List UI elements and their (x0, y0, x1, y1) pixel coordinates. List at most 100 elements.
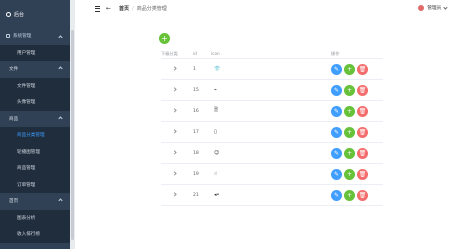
edit-button[interactable]: ✎ (331, 84, 342, 96)
col-subcategory: 下级分类 (161, 50, 178, 56)
sidebar-item-avatar-management[interactable]: 头像管理 (0, 94, 70, 111)
expand-cell[interactable] (161, 150, 193, 156)
back-arrow-icon[interactable]: ← (106, 5, 111, 12)
sidebar-item-user-management[interactable]: 用户管理 (0, 44, 70, 61)
top-header: ← 首页 / 商品分类管理 管理员 (75, 0, 474, 18)
menu-file[interactable]: 文件 (0, 61, 70, 78)
edit-button[interactable]: ✎ (331, 189, 342, 201)
sidebar-item-goods-management[interactable]: 商品管理 (0, 160, 70, 177)
category-table: 下级分类 id icon 操作 1 👕 ✎ + 🗑 15 ⌁ ✎ + 🗑 16 🗎 ✎ + 🗑 17 ▯ ✎ + 🗑 1… (161, 49, 383, 206)
sidebar-item-order-management[interactable]: 订单管理 (0, 176, 70, 193)
expand-cell[interactable] (161, 192, 193, 198)
chevron-right-icon[interactable] (172, 108, 177, 113)
edit-button[interactable]: ✎ (331, 147, 342, 159)
sidebar-brand[interactable]: 后台 (0, 0, 70, 28)
sidebar-item-file-management[interactable]: 文件管理 (0, 77, 70, 94)
user-dropdown[interactable]: 管理员 (418, 5, 448, 11)
sidebar-item-label: 订单管理 (17, 182, 36, 188)
username: 管理员 (427, 6, 442, 11)
menu-system[interactable]: 系统管理 (0, 28, 70, 45)
chevron-up-icon (58, 115, 63, 121)
sidebar-item-label: 头像管理 (17, 100, 36, 106)
chevron-right-icon[interactable] (172, 192, 177, 197)
id-cell: 19 (193, 171, 199, 177)
sidebar-item-label: 用户管理 (17, 50, 36, 56)
icon-cell: 👕 (211, 66, 331, 72)
table-row: 16 🗎 ✎ + 🗑 (161, 101, 383, 122)
col-icon: icon (211, 51, 220, 56)
add-child-button[interactable]: + (344, 126, 355, 138)
category-icon: ▯ (214, 129, 217, 135)
icon-cell: ◂• (211, 192, 331, 198)
sidebar-item-income-ranking[interactable]: 收入排行榜 (0, 226, 70, 243)
gear-icon (6, 34, 10, 39)
add-category-button[interactable]: + (159, 33, 170, 44)
chevron-up-icon (58, 35, 63, 40)
menu-goods[interactable]: 商品 (0, 111, 70, 128)
add-child-button[interactable]: + (344, 147, 355, 159)
table-row: 15 ⌁ ✎ + 🗑 (161, 80, 383, 101)
chevron-right-icon[interactable] (172, 150, 177, 155)
category-icon: ⌁ (214, 87, 218, 93)
logo-icon (6, 11, 11, 17)
add-child-button[interactable]: + (344, 84, 355, 96)
expand-cell[interactable] (161, 87, 193, 93)
table-header: 下级分类 id icon 操作 (161, 49, 383, 59)
edit-button[interactable]: ✎ (331, 63, 342, 75)
sidebar-item-label: 商品管理 (17, 166, 36, 172)
breadcrumb-current: 商品分类管理 (136, 6, 167, 12)
table-body: 1 👕 ✎ + 🗑 15 ⌁ ✎ + 🗑 16 🗎 ✎ + 🗑 17 ▯ ✎ + 🗑 18 ☺ ✎ + 🗑 19 ☝ ✎ + 🗑 21 ◂• ✎… (161, 59, 383, 206)
sidebar-item-label: 收入排行榜 (17, 232, 40, 238)
edit-button[interactable]: ✎ (331, 105, 342, 117)
icon-cell: ▯ (211, 129, 331, 135)
expand-cell[interactable] (161, 171, 193, 177)
category-icon: ☝ (214, 171, 218, 177)
add-child-button[interactable]: + (344, 189, 355, 201)
id-cell: 15 (193, 87, 199, 93)
delete-button[interactable]: 🗑 (357, 105, 368, 117)
brand-label: 后台 (14, 11, 25, 18)
delete-button[interactable]: 🗑 (357, 168, 368, 180)
delete-button[interactable]: 🗑 (357, 84, 368, 96)
chevron-right-icon[interactable] (172, 129, 177, 134)
expand-cell[interactable] (161, 129, 193, 135)
chevron-right-icon[interactable] (172, 171, 177, 176)
id-cell: 17 (193, 129, 199, 135)
actions-cell: ✎ + 🗑 (331, 105, 383, 117)
category-icon: 👕 (214, 66, 221, 72)
category-icon: ◂• (214, 192, 220, 198)
breadcrumb-home[interactable]: 首页 (119, 5, 129, 12)
chevron-down-icon (443, 5, 448, 10)
menu-system-label: 系统管理 (13, 34, 32, 40)
delete-button[interactable]: 🗑 (357, 126, 368, 138)
add-child-button[interactable]: + (344, 168, 355, 180)
actions-cell: ✎ + 🗑 (331, 147, 383, 159)
expand-cell[interactable] (161, 108, 193, 114)
menu-home[interactable]: 首页 (0, 193, 70, 210)
delete-button[interactable]: 🗑 (357, 189, 368, 201)
edit-button[interactable]: ✎ (331, 168, 342, 180)
icon-cell: ⌁ (211, 87, 331, 93)
delete-button[interactable]: 🗑 (357, 147, 368, 159)
category-icon: 🗎 (214, 107, 219, 113)
scrollbar-thumb[interactable] (71, 30, 74, 240)
chevron-right-icon[interactable] (172, 87, 177, 92)
actions-cell: ✎ + 🗑 (331, 63, 383, 75)
menu-file-label: 文件 (9, 67, 19, 73)
id-cell: 16 (193, 108, 199, 114)
sidebar-item-chart-analysis[interactable]: 图表分析 (0, 209, 70, 226)
actions-cell: ✎ + 🗑 (331, 189, 383, 201)
avatar (418, 5, 425, 11)
id-cell: 1 (193, 66, 196, 72)
add-child-button[interactable]: + (344, 105, 355, 117)
menu-home-label: 首页 (9, 199, 19, 205)
expand-cell[interactable] (161, 66, 193, 72)
sidebar-item-category-management[interactable]: 商品分类管理 (0, 127, 70, 144)
menu-toggle-icon[interactable] (95, 5, 100, 12)
add-child-button[interactable]: + (344, 63, 355, 75)
edit-button[interactable]: ✎ (331, 126, 342, 138)
id-cell: 18 (193, 150, 199, 156)
chevron-right-icon[interactable] (172, 66, 177, 71)
delete-button[interactable]: 🗑 (357, 63, 368, 75)
sidebar-item-carousel-management[interactable]: 轮播图管理 (0, 143, 70, 160)
